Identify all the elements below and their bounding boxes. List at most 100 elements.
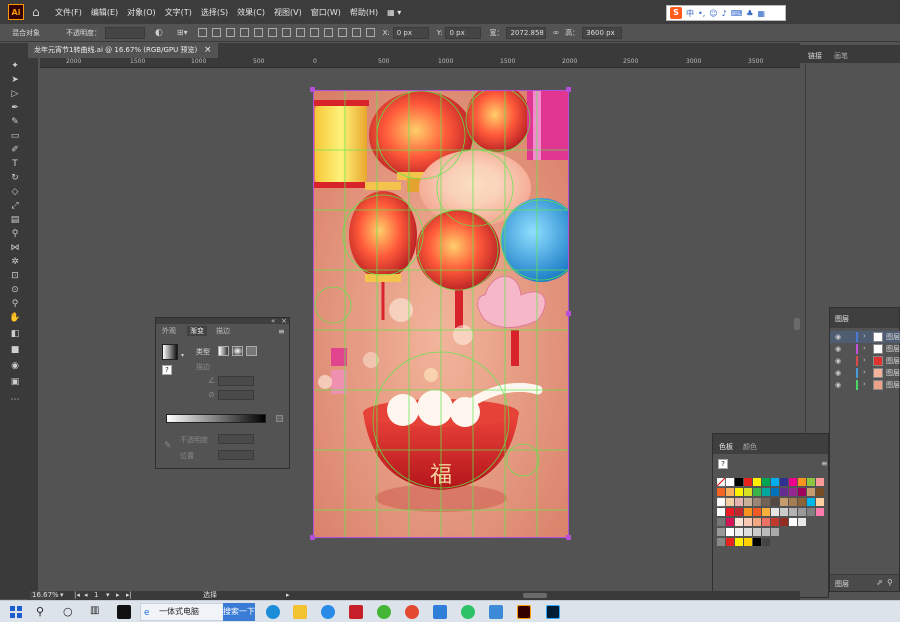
tab-links[interactable]: 链接 xyxy=(808,51,822,61)
green-app-icon[interactable] xyxy=(377,605,391,619)
align-right-icon[interactable] xyxy=(225,28,235,37)
menu-edit[interactable]: 编辑(E) xyxy=(91,7,118,18)
swatch-grid[interactable] xyxy=(717,478,825,548)
menu-view[interactable]: 视图(V) xyxy=(274,7,302,18)
close-tab-icon[interactable]: × xyxy=(204,43,212,58)
align-left-icon[interactable] xyxy=(197,28,207,37)
width-field[interactable]: 2072.858 xyxy=(506,26,547,39)
radial-gradient-button[interactable] xyxy=(232,346,243,356)
selection-tool-icon[interactable]: ➤ xyxy=(9,75,21,86)
eyedropper-icon[interactable]: ✎ xyxy=(164,441,172,451)
direct-selection-tool-icon[interactable]: ▷ xyxy=(9,89,21,100)
visibility-eye-icon[interactable]: ◉ xyxy=(835,345,841,353)
edge-icon[interactable] xyxy=(266,605,280,619)
ime-apps-icon[interactable]: ▦ xyxy=(757,9,765,18)
blend-tool-icon[interactable]: ⋈ xyxy=(9,243,21,254)
distribute-top-icon[interactable] xyxy=(281,28,291,37)
tab-stroke[interactable]: 描边 xyxy=(216,326,230,336)
location-field[interactable] xyxy=(218,450,254,460)
curvature-tool-icon[interactable]: ✎ xyxy=(9,117,21,128)
opacity-field[interactable] xyxy=(218,434,254,444)
scale-tool-icon[interactable]: ⤢ xyxy=(9,201,21,212)
search-icon[interactable]: ⚲ xyxy=(36,605,50,619)
distribute-bottom-icon[interactable] xyxy=(309,28,319,37)
menu-type[interactable]: 文字(T) xyxy=(165,7,192,18)
panel-menu-icon[interactable]: ≡ xyxy=(278,327,285,336)
symbol-sprayer-tool-icon[interactable]: ✲ xyxy=(9,257,21,268)
freeform-gradient-button[interactable] xyxy=(246,346,257,356)
menu-file[interactable]: 文件(F) xyxy=(55,7,82,18)
file-explorer-icon[interactable] xyxy=(293,605,307,619)
eraser-tool-icon[interactable]: ◇ xyxy=(9,187,21,198)
menu-select[interactable]: 选择(S) xyxy=(201,7,228,18)
distribute-middle-icon[interactable] xyxy=(295,28,305,37)
tab-brushes[interactable]: 画笔 xyxy=(834,51,848,61)
zoom-level[interactable]: 16.67% xyxy=(32,591,59,600)
selection-handle-top-left[interactable] xyxy=(310,87,315,92)
height-field[interactable]: 3600 px xyxy=(582,26,623,39)
angle-icon[interactable]: ∠ xyxy=(208,376,215,385)
document-tab[interactable]: 龙年元宵节1转曲线.ai @ 16.67% (RGB/GPU 预览) xyxy=(28,43,218,58)
menu-object[interactable]: 对象(O) xyxy=(127,7,156,18)
gradient-slider[interactable] xyxy=(166,414,266,423)
aspect-ratio-field[interactable] xyxy=(218,390,254,400)
visibility-eye-icon[interactable]: ◉ xyxy=(835,381,841,389)
close-panel-icon[interactable]: × xyxy=(281,317,287,325)
search-icon[interactable]: ⚲ xyxy=(887,578,893,587)
gradient-dropdown-icon[interactable]: ▾ xyxy=(181,352,184,359)
visibility-eye-icon[interactable]: ◉ xyxy=(835,333,841,341)
cortana-icon[interactable]: ○ xyxy=(63,605,77,619)
zoom-field[interactable]: 16.67% xyxy=(30,591,59,600)
artboard-tool-icon[interactable]: ⊡ xyxy=(9,271,21,282)
workspace-switcher-icon[interactable]: ▦ ▾ xyxy=(387,8,401,17)
linear-gradient-button[interactable] xyxy=(218,346,229,356)
panel-menu-icon[interactable]: ≡ xyxy=(821,459,828,468)
expand-chevron-icon[interactable]: › xyxy=(863,356,866,364)
illustrator-taskbar-icon[interactable] xyxy=(517,605,531,619)
artboard-dropdown-icon[interactable]: ▾ xyxy=(106,591,110,600)
dock-resize-handle[interactable] xyxy=(794,318,800,330)
expand-chevron-icon[interactable]: › xyxy=(863,368,866,376)
selection-handle-top-right[interactable] xyxy=(566,87,571,92)
feishu-icon[interactable] xyxy=(433,605,447,619)
next-artboard-icon[interactable]: ▸ xyxy=(116,591,120,600)
first-artboard-icon[interactable]: |◂ xyxy=(74,591,80,600)
magic-wand-tool-icon[interactable]: ✦ xyxy=(9,61,21,72)
ime-skin-icon[interactable]: ♣ xyxy=(746,9,753,18)
visibility-eye-icon[interactable]: ◉ xyxy=(835,369,841,377)
prev-artboard-icon[interactable]: ◂ xyxy=(84,591,88,600)
fill-stroke-toggle-icon[interactable]: ? xyxy=(162,365,172,375)
layer-name[interactable]: 图层 xyxy=(886,356,900,366)
fill-stroke-icon[interactable]: ◧ xyxy=(9,329,21,340)
align-center-icon[interactable] xyxy=(211,28,221,37)
align-icon[interactable]: ⊞▾ xyxy=(177,28,188,37)
menu-help[interactable]: 帮助(H) xyxy=(350,7,378,18)
layer-name[interactable]: 图层 xyxy=(886,344,900,354)
browser-search-text[interactable]: 一体式电脑 xyxy=(159,607,199,616)
layer-name[interactable]: 图层 xyxy=(886,368,900,378)
expand-chevron-icon[interactable]: › xyxy=(863,344,866,352)
edge-browser-icon[interactable] xyxy=(321,605,335,619)
layer-name[interactable]: 图层 xyxy=(886,332,900,342)
tab-appearance[interactable]: 外观 xyxy=(162,326,176,336)
link-proportions-icon[interactable]: ∞ xyxy=(552,28,559,37)
rectangle-tool-icon[interactable]: ▭ xyxy=(9,131,21,142)
menu-effect[interactable]: 效果(C) xyxy=(237,7,265,18)
home-icon[interactable]: ⌂ xyxy=(32,5,46,19)
app-icon[interactable] xyxy=(117,605,131,619)
layer-row[interactable]: ◉ › 图层 xyxy=(830,343,900,355)
ime-mic-icon[interactable]: ♪ xyxy=(722,9,727,18)
distribute-left-icon[interactable] xyxy=(323,28,333,37)
tab-gradient[interactable]: 渐变 xyxy=(187,326,207,336)
align-middle-icon[interactable] xyxy=(253,28,263,37)
y-field[interactable]: 0 px xyxy=(445,26,482,39)
recolor-icon[interactable]: ◐ xyxy=(155,28,163,38)
type-tool-icon[interactable]: T xyxy=(9,159,21,170)
taskbar-browser-search[interactable]: e 一体式电脑 xyxy=(140,603,226,621)
more-tools-icon[interactable]: ⋯ xyxy=(9,395,21,406)
mail-app-icon[interactable] xyxy=(349,605,363,619)
eyedropper-tool-icon[interactable]: ⚲ xyxy=(9,229,21,240)
collapse-icon[interactable]: « xyxy=(271,317,275,325)
ime-emoji-icon[interactable]: ☺ xyxy=(709,9,717,18)
wechat-icon[interactable] xyxy=(461,605,475,619)
